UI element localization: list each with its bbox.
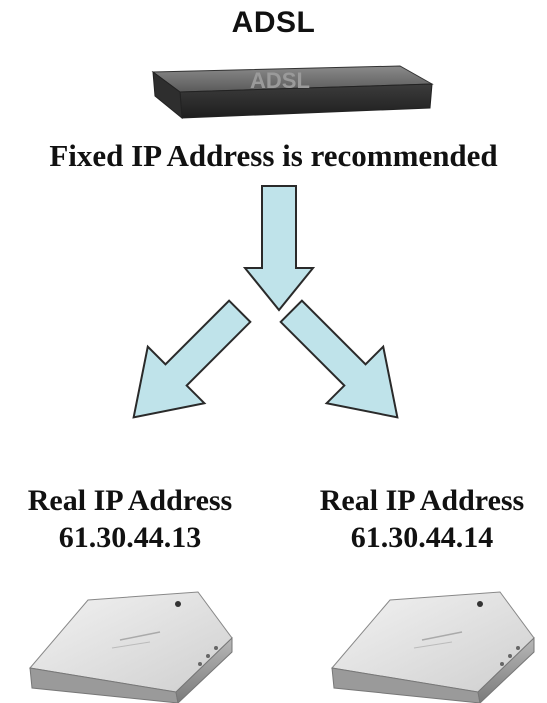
router-device-left <box>29 591 233 703</box>
device-right-title: Real IP Address <box>319 484 525 517</box>
left-diagonal-arrow <box>132 299 252 419</box>
device-left-ip: 61.30.44.13 <box>58 521 202 554</box>
diagram-canvas: ADSL <box>29 65 535 703</box>
modem-device-text: ADSL <box>250 68 310 93</box>
device-left-title: Real IP Address <box>27 484 233 517</box>
recommendation-note: Fixed IP Address is recommended <box>49 138 498 173</box>
down-arrow <box>242 185 316 312</box>
device-label-left: Real IP Address 61.30.44.13 <box>0 482 260 556</box>
device-label-right: Real IP Address 61.30.44.14 <box>292 482 547 556</box>
router-device-right <box>331 591 535 703</box>
right-diagonal-arrow <box>279 299 399 419</box>
device-right-ip: 61.30.44.14 <box>350 521 494 554</box>
adsl-modem-device: ADSL <box>151 65 434 120</box>
